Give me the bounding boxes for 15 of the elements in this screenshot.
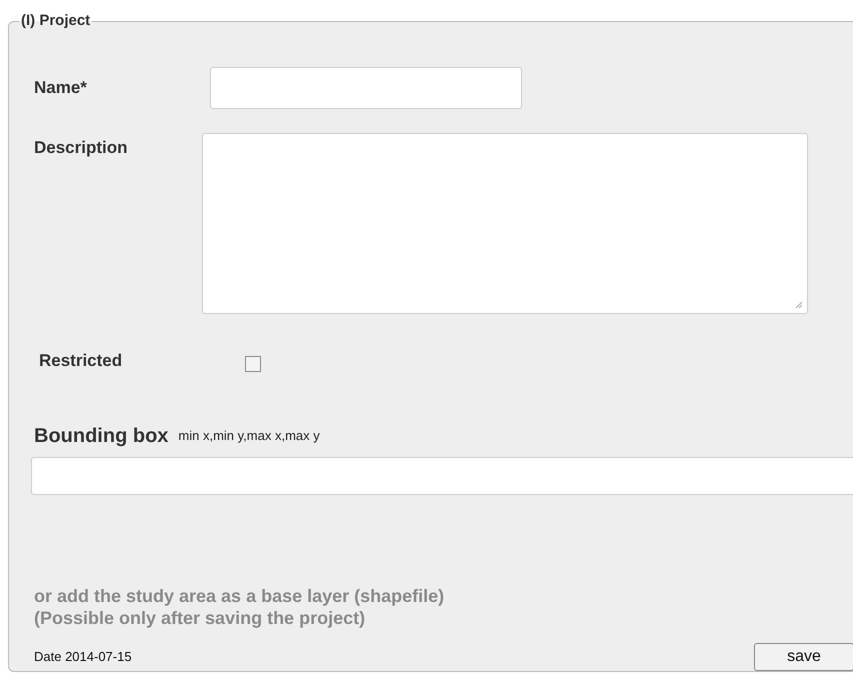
- note-text: (Possible only after saving the project): [34, 606, 366, 628]
- field-label: Name*: [33, 76, 88, 99]
- input-field[interactable]: [31, 456, 853, 494]
- field-label: Bounding box: [33, 424, 168, 448]
- field-label: Description: [33, 136, 129, 158]
- panel-legend: (I) Project: [19, 10, 92, 32]
- hint-text: min x,min y,max x,max y: [178, 427, 320, 445]
- input-field[interactable]: [210, 66, 522, 108]
- checkbox[interactable]: [245, 356, 261, 372]
- date-text: Date 2014-07-15: [33, 648, 132, 666]
- text-area[interactable]: [202, 132, 808, 314]
- resize-grip-icon: [795, 300, 803, 308]
- note-text: or add the study area as a base layer (shapefile): [34, 584, 446, 606]
- field-label: Restricted: [38, 350, 124, 372]
- save-button[interactable]: save: [754, 642, 853, 670]
